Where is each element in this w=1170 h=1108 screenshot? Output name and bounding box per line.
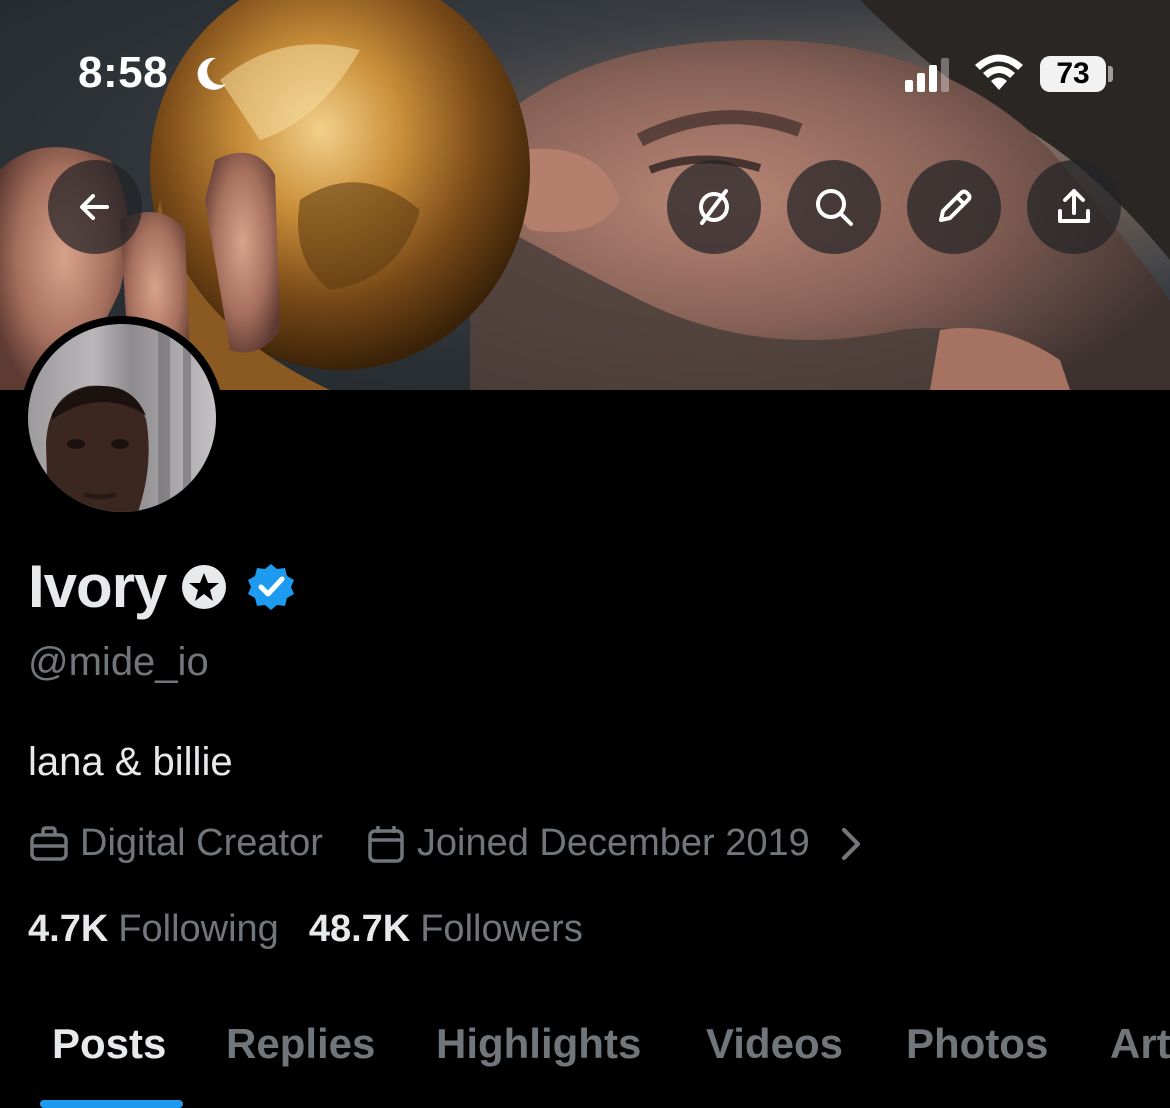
- battery-icon: 73: [1040, 56, 1106, 92]
- wifi-icon: [975, 54, 1023, 90]
- briefcase-icon: [30, 825, 68, 861]
- cellular-signal-icon: [905, 58, 949, 92]
- profile-handle: @mide_io: [28, 640, 209, 684]
- moon-icon: [197, 57, 226, 90]
- joined-item[interactable]: Joined December 2019: [365, 822, 882, 865]
- chevron-right-icon: [841, 827, 860, 860]
- avatar-image: [46, 324, 191, 512]
- profile-tabs: Posts Replies Highlights Videos Photos A…: [0, 1012, 1170, 1108]
- profile-avatar[interactable]: [20, 316, 224, 520]
- search-button[interactable]: [787, 160, 881, 254]
- back-arrow-icon: [80, 194, 109, 220]
- followers-label[interactable]: Followers: [420, 908, 583, 951]
- tab-photos[interactable]: Photos: [906, 1020, 1048, 1068]
- tab-posts[interactable]: Posts: [52, 1020, 166, 1068]
- avatar-photo: [28, 324, 216, 512]
- status-time: 8:58: [78, 48, 169, 97]
- grok-button[interactable]: [667, 160, 761, 254]
- calendar-icon: [368, 825, 404, 863]
- verified-badge-icon[interactable]: [246, 562, 296, 612]
- tab-highlights[interactable]: Highlights: [436, 1020, 641, 1068]
- follow-counts: 4.7K Following 48.7K Followers: [28, 908, 583, 951]
- profile-bio: lana & billie: [28, 740, 233, 784]
- profile-name-row: Ivory: [28, 552, 296, 621]
- share-button[interactable]: [1027, 160, 1121, 254]
- tab-videos[interactable]: Videos: [706, 1020, 843, 1068]
- grok-icon: [699, 189, 729, 225]
- profile-meta-row: Digital Creator Joined December 2019: [28, 822, 882, 865]
- edit-pencil-icon: [939, 189, 972, 222]
- following-count[interactable]: 4.7K: [28, 908, 108, 951]
- followers-count[interactable]: 48.7K: [309, 908, 410, 951]
- profile-joined: Joined December 2019: [416, 822, 810, 864]
- tab-articles[interactable]: Art: [1110, 1020, 1170, 1068]
- profile-screen: 8:58 73 Ivory @mide_io lana & billie Dig…: [0, 0, 1170, 1108]
- search-icon: [816, 189, 853, 226]
- following-label[interactable]: Following: [118, 908, 279, 951]
- tab-replies[interactable]: Replies: [226, 1020, 375, 1068]
- share-icon: [1058, 189, 1090, 223]
- battery-nub: [1108, 66, 1113, 82]
- active-tab-indicator: [40, 1100, 183, 1108]
- edit-button[interactable]: [907, 160, 1001, 254]
- star-badge-icon[interactable]: [180, 563, 228, 611]
- profile-name: Ivory: [28, 553, 167, 620]
- back-button[interactable]: [48, 160, 142, 254]
- profile-category: Digital Creator: [80, 822, 323, 864]
- category-item: Digital Creator: [28, 822, 323, 865]
